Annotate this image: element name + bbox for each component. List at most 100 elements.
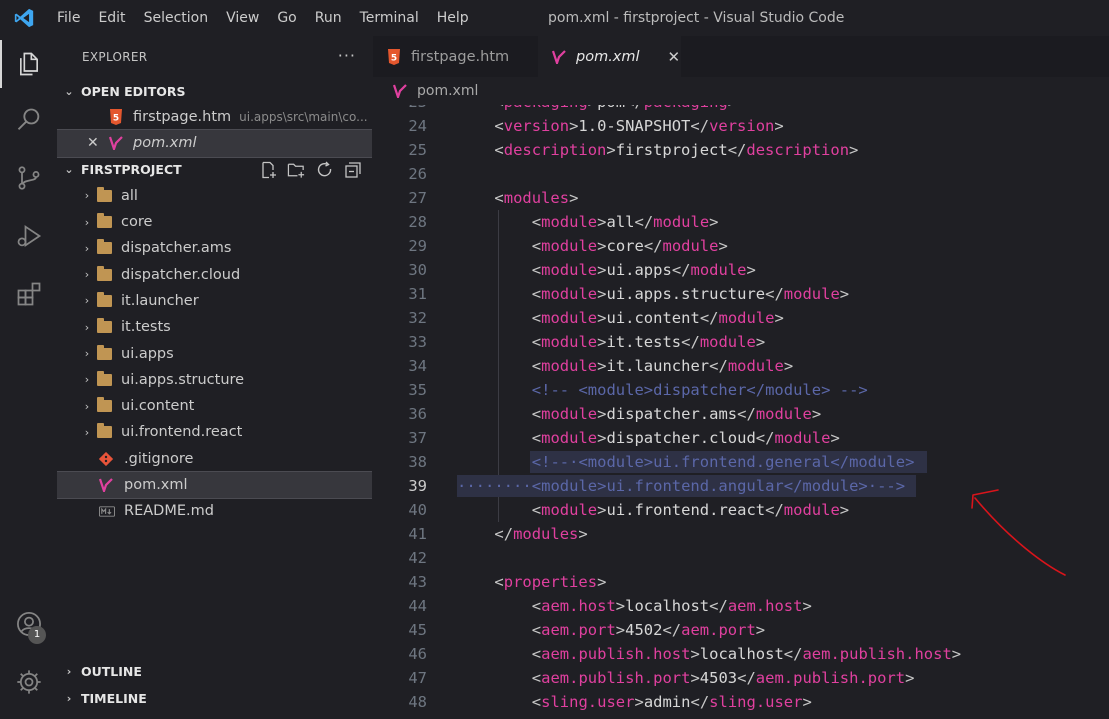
outline-label: OUTLINE: [81, 663, 142, 679]
folder-label: core: [121, 214, 153, 231]
project-section[interactable]: ⌄ FIRSTPROJECT: [57, 157, 372, 183]
collapse-all-icon[interactable]: [343, 161, 362, 180]
refresh-icon[interactable]: [315, 161, 334, 180]
outline-section[interactable]: › OUTLINE: [57, 658, 372, 684]
chevron-right-icon: ›: [84, 347, 90, 361]
code-line: 36 <module>dispatcher.ams</module>: [373, 402, 1109, 426]
new-file-icon[interactable]: [259, 161, 278, 180]
tree-folder[interactable]: › ui.apps: [57, 340, 372, 366]
folder-icon: [97, 186, 112, 202]
folder-icon: [97, 265, 112, 281]
folder-icon: [97, 239, 112, 255]
menu-run[interactable]: Run: [306, 0, 351, 36]
chevron-right-icon: ›: [66, 664, 72, 678]
tree-folder[interactable]: › it.launcher: [57, 288, 372, 314]
folder-icon: [97, 423, 112, 439]
menu-file[interactable]: File: [48, 0, 89, 36]
folder-icon: [97, 370, 112, 386]
close-editor-button[interactable]: ✕: [87, 135, 109, 151]
run-debug-icon[interactable]: [0, 212, 57, 260]
git-file-icon: [99, 451, 115, 466]
line-number: 30: [408, 261, 427, 279]
line-number: 32: [408, 309, 427, 327]
open-editor-item-pom[interactable]: ✕ pom.xml: [57, 129, 372, 158]
line-number: 23: [373, 105, 427, 114]
code-line: 33 <module>it.tests</module>: [373, 330, 1109, 354]
code-line: 45 <aem.port>4502</aem.port>: [373, 618, 1109, 642]
tree-folder[interactable]: › dispatcher.cloud: [57, 261, 372, 287]
line-number: 25: [408, 141, 427, 159]
html5-file-icon: 5: [109, 109, 123, 126]
search-icon[interactable]: [0, 96, 57, 144]
code-line: 37 <module>dispatcher.cloud</module>: [373, 426, 1109, 450]
menu-view[interactable]: View: [217, 0, 268, 36]
tree-file-gitignore[interactable]: .gitignore: [57, 446, 372, 472]
source-control-icon[interactable]: [0, 154, 57, 202]
timeline-label: TIMELINE: [81, 690, 147, 706]
breadcrumb[interactable]: pom.xml: [373, 77, 1109, 105]
tab-pom[interactable]: pom.xml ✕: [538, 36, 681, 77]
code-line: 34 <module>it.launcher</module>: [373, 354, 1109, 378]
folder-label: ui.content: [121, 398, 195, 415]
timeline-section[interactable]: › TIMELINE: [57, 685, 372, 711]
menu-go[interactable]: Go: [268, 0, 305, 36]
window-title: pom.xml - firstproject - Visual Studio C…: [548, 10, 845, 26]
tree-folder[interactable]: › ui.content: [57, 393, 372, 419]
tree-folder[interactable]: › core: [57, 209, 372, 235]
folder-icon: [97, 318, 112, 334]
code-line: 44 <aem.host>localhost</aem.host>: [373, 594, 1109, 618]
tab-firstpage[interactable]: 5 firstpage.htm: [373, 36, 538, 77]
code-text: <module>it.tests</module>: [531, 333, 766, 351]
tree-folder[interactable]: › it.tests: [57, 314, 372, 340]
folder-label: ui.apps: [121, 345, 174, 362]
chevron-down-icon: ⌄: [64, 84, 74, 98]
line-number: 43: [408, 573, 427, 591]
code-text: <module>ui.apps</module>: [531, 261, 756, 279]
code-line: 24 <version>1.0-SNAPSHOT</version>: [373, 114, 1109, 138]
open-editor-item-firstpage[interactable]: 5 firstpage.htm ui.apps\src\main\co...: [57, 104, 372, 130]
code-line: 25 <description>firstproject</description…: [373, 138, 1109, 162]
tree-folder[interactable]: › all: [57, 183, 372, 209]
open-editors-label: OPEN EDITORS: [81, 83, 186, 99]
tree-file-pom[interactable]: pom.xml: [57, 470, 372, 500]
extensions-icon[interactable]: [0, 270, 57, 318]
sidebar-title: EXPLORER: [82, 50, 148, 64]
code-line: 27 <modules>: [373, 186, 1109, 210]
menu-selection[interactable]: Selection: [135, 0, 218, 36]
tree-file-readme[interactable]: README.md: [57, 498, 372, 524]
folder-icon: [97, 213, 112, 229]
tree-folder[interactable]: › ui.frontend.react: [57, 419, 372, 445]
code-text: <!-- <module>dispatcher</module> -->: [531, 381, 868, 399]
activity-bar: 1: [0, 36, 57, 719]
menu-edit[interactable]: Edit: [89, 0, 134, 36]
file-label: pom.xml: [124, 477, 188, 493]
folder-label: all: [121, 187, 138, 204]
close-tab-button[interactable]: ✕: [668, 48, 681, 66]
code-text: <module>ui.apps.structure</module>: [531, 285, 850, 303]
code-line: 29 <module>core</module>: [373, 234, 1109, 258]
maven-file-icon: [99, 478, 115, 492]
accounts-icon[interactable]: 1: [0, 600, 57, 648]
manage-gear-icon[interactable]: [0, 658, 57, 706]
open-editors-section[interactable]: ⌄ OPEN EDITORS: [57, 78, 372, 104]
new-folder-icon[interactable]: [287, 161, 306, 180]
line-number: 44: [408, 597, 427, 615]
code-line: 47 <aem.publish.port>4503</aem.publish.po…: [373, 666, 1109, 690]
line-number: 24: [408, 117, 427, 135]
menu-terminal[interactable]: Terminal: [351, 0, 428, 36]
chevron-down-icon: ⌄: [64, 163, 74, 177]
code-line: 26: [373, 162, 1109, 186]
project-actions: [259, 161, 362, 180]
line-number: 45: [408, 621, 427, 639]
title-bar: File Edit Selection View Go Run Terminal…: [0, 0, 1109, 36]
tree-folder[interactable]: › ui.apps.structure: [57, 367, 372, 393]
line-number: 37: [408, 429, 427, 447]
menu-help[interactable]: Help: [428, 0, 478, 36]
tree-folder[interactable]: › dispatcher.ams: [57, 235, 372, 261]
more-actions-button[interactable]: ···: [338, 46, 356, 65]
chevron-right-icon: ›: [84, 425, 90, 439]
svg-text:5: 5: [113, 114, 119, 124]
code-editor[interactable]: 23 <packaging>pom</packaging> 24 <version>1…: [373, 105, 1109, 719]
line-number: 42: [408, 549, 427, 567]
explorer-icon[interactable]: [0, 40, 57, 88]
